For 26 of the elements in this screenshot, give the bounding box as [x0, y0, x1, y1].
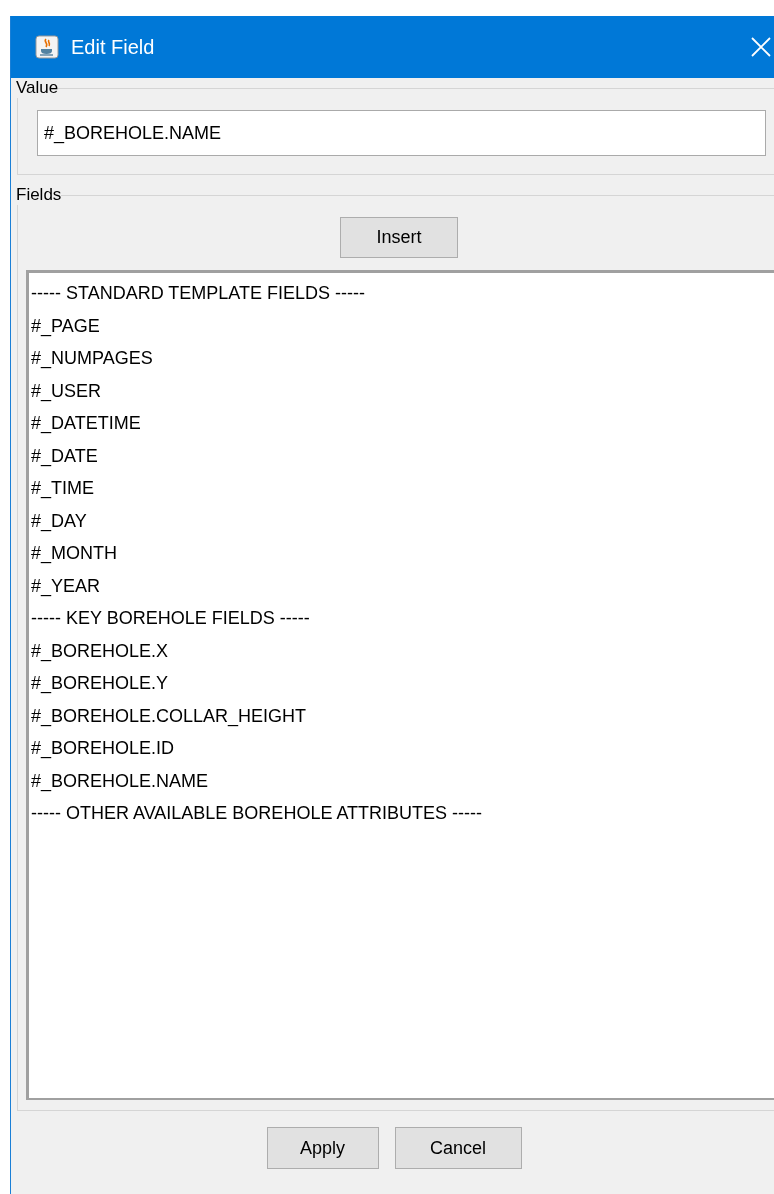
list-item[interactable]: #_DAY — [29, 504, 774, 537]
group-label: Value — [16, 78, 59, 98]
list-item[interactable]: #_BOREHOLE.NAME — [29, 764, 774, 797]
apply-button[interactable]: Apply — [266, 1127, 379, 1169]
list-item[interactable]: #_BOREHOLE.Y — [29, 667, 774, 700]
list-item[interactable]: #_USER — [29, 374, 774, 407]
cup-icon — [35, 35, 59, 59]
list-item[interactable]: #_BOREHOLE.ID — [29, 732, 774, 765]
list-item[interactable]: ----- KEY BOREHOLE FIELDS ----- — [29, 602, 774, 635]
close-icon[interactable] — [751, 37, 771, 57]
list-item[interactable]: #_YEAR — [29, 569, 774, 602]
list-item[interactable]: #_TIME — [29, 472, 774, 505]
list-item[interactable]: #_DATE — [29, 439, 774, 472]
list-item[interactable]: #_MONTH — [29, 537, 774, 570]
list-item[interactable]: #_BOREHOLE.COLLAR_HEIGHT — [29, 699, 774, 732]
list-item[interactable]: #_BOREHOLE.X — [29, 634, 774, 667]
list-item[interactable]: ----- OTHER AVAILABLE BOREHOLE ATTRIBUTES ----- — [29, 797, 774, 830]
list-item[interactable]: #_PAGE — [29, 309, 774, 342]
cancel-button[interactable]: Cancel — [394, 1127, 522, 1169]
window-title: Edit Field — [71, 35, 156, 59]
list-item[interactable]: #_NUMPAGES — [29, 342, 774, 375]
list-item[interactable]: ----- STANDARD TEMPLATE FIELDS ----- — [29, 277, 774, 310]
group-label: Fields — [16, 185, 62, 205]
value-field[interactable]: #_BOREHOLE.NAME — [37, 110, 766, 156]
list-item[interactable]: #_DATETIME — [29, 407, 774, 440]
insert-button[interactable]: Insert — [340, 217, 458, 258]
